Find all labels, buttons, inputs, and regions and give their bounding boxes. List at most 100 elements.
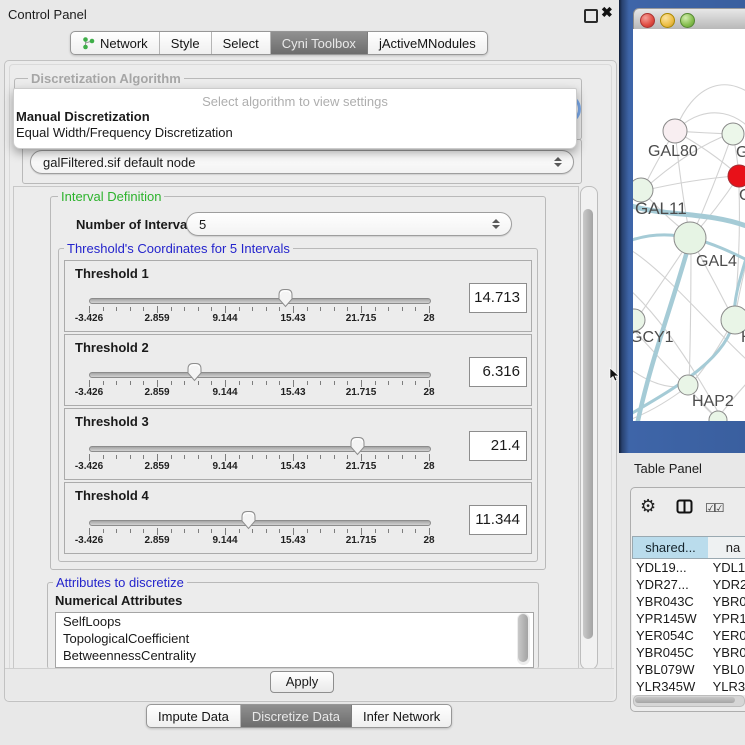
table-row[interactable]: YPR145WYPR1	[632, 610, 745, 627]
cell-name[interactable]: YDL1	[711, 559, 745, 576]
cell-name[interactable]: YBR0	[711, 644, 745, 661]
network-node-hap2[interactable]	[678, 375, 698, 395]
checkbox-pair-icon[interactable]: ☑☑	[705, 501, 723, 515]
slider-track[interactable]	[89, 372, 431, 378]
tick-label: -3.426	[75, 535, 103, 546]
table-row[interactable]: YBL079WYBL0	[632, 661, 745, 678]
minor-tick	[307, 455, 308, 459]
network-node-label: C	[739, 187, 745, 204]
table-horizontal-scrollbar-thumb[interactable]	[635, 697, 735, 703]
tab-label: Select	[223, 36, 259, 51]
network-node-c[interactable]	[728, 165, 745, 187]
tick-label: 2.859	[144, 387, 169, 398]
table-row[interactable]: YDL19...YDL1	[632, 559, 745, 576]
slider-track[interactable]	[89, 520, 431, 526]
threshold-value-field[interactable]: 21.4	[469, 431, 527, 461]
algorithm-option-manual[interactable]: Manual Discretization	[16, 109, 150, 124]
cell-shared-name[interactable]: YPR145W	[632, 610, 711, 627]
cell-shared-name[interactable]: YLR345W	[632, 678, 711, 695]
cell-name[interactable]: YLR3	[711, 678, 745, 695]
minor-tick	[402, 455, 403, 459]
panel-vertical-scrollbar[interactable]	[580, 186, 598, 670]
table-row[interactable]: YBR045CYBR0	[632, 644, 745, 661]
cell-shared-name[interactable]: YBR043C	[632, 593, 711, 610]
network-node-gal4[interactable]	[674, 222, 706, 254]
network-window-titlebar[interactable]	[633, 8, 745, 31]
attribute-item[interactable]: BetweennessCentrality	[56, 647, 533, 664]
network-node-gal80[interactable]	[663, 119, 687, 143]
tab-impute-data[interactable]: Impute Data	[147, 705, 241, 727]
cell-name[interactable]: YBR0	[711, 593, 745, 610]
cell-shared-name[interactable]: YDL19...	[632, 559, 711, 576]
tick-label: 21.715	[346, 461, 377, 472]
minor-tick	[279, 529, 280, 533]
split-columns-icon[interactable]	[676, 499, 693, 514]
float-window-icon[interactable]	[584, 9, 598, 23]
minor-tick	[415, 529, 416, 533]
cell-name[interactable]: YPR1	[711, 610, 745, 627]
close-traffic-light-icon[interactable]	[640, 13, 655, 28]
cell-name[interactable]: YER0	[711, 627, 745, 644]
minimize-traffic-light-icon[interactable]	[660, 13, 675, 28]
table-row[interactable]: YDR27...YDR2	[632, 576, 745, 593]
network-node-label: GAL80	[648, 143, 698, 160]
attributes-scrollbar-thumb[interactable]	[518, 614, 528, 662]
slider-thumb[interactable]	[277, 288, 294, 308]
table-rows[interactable]: YDL19...YDL1YDR27...YDR2YBR043CYBR0YPR14…	[632, 559, 745, 695]
tab-select[interactable]: Select	[212, 32, 271, 54]
major-tick	[429, 306, 430, 313]
network-node-gcy1[interactable]	[633, 309, 645, 331]
cell-name[interactable]: YBL0	[711, 661, 745, 678]
minor-tick	[143, 529, 144, 533]
close-icon[interactable]: ✖	[601, 4, 613, 21]
threshold-panel-2: Threshold 26.316-3.4262.8599.14415.4321.…	[64, 334, 532, 406]
attributes-scrollbar[interactable]	[517, 613, 530, 665]
column-header-shared-name[interactable]: shared...	[632, 536, 709, 559]
table-row[interactable]: YBR043CYBR0	[632, 593, 745, 610]
slider-thumb[interactable]	[186, 362, 203, 382]
tick-label: 21.715	[346, 387, 377, 398]
tab-cyni-toolbox[interactable]: Cyni Toolbox	[271, 32, 368, 54]
tab-label: jActiveMNodules	[379, 36, 476, 51]
cell-shared-name[interactable]: YER054C	[632, 627, 711, 644]
slider-thumb[interactable]	[349, 436, 366, 456]
cell-shared-name[interactable]: YDR27...	[632, 576, 711, 593]
tab-network[interactable]: Network	[71, 32, 160, 54]
network-node-g[interactable]	[722, 123, 744, 145]
table-row[interactable]: YLR345WYLR3	[632, 678, 745, 695]
minor-tick	[388, 307, 389, 311]
numerical-attributes-list[interactable]: SelfLoopsTopologicalCoefficientBetweenne…	[55, 612, 534, 668]
network-node-label: G	[736, 144, 745, 161]
cell-name[interactable]: YDR2	[711, 576, 745, 593]
gear-icon[interactable]: ⚙	[640, 496, 656, 517]
cell-shared-name[interactable]: YBR045C	[632, 644, 711, 661]
threshold-value-field[interactable]: 6.316	[469, 357, 527, 387]
threshold-value-field[interactable]: 14.713	[469, 283, 527, 313]
attribute-item[interactable]: TopologicalCoefficient	[56, 630, 533, 647]
table-row[interactable]: YER054CYER0	[632, 627, 745, 644]
cell-shared-name[interactable]: YBL079W	[632, 661, 711, 678]
slider-thumb[interactable]	[240, 510, 257, 530]
tab-style[interactable]: Style	[160, 32, 212, 54]
interval-definition-label: Interval Definition	[58, 189, 164, 204]
network-canvas[interactable]: GAL80GCGAL11GAL4GCY1HHAP2	[633, 29, 745, 421]
tab-discretize-data[interactable]: Discretize Data	[241, 705, 352, 727]
network-edge	[689, 239, 691, 384]
num-intervals-combobox[interactable]: 5	[186, 212, 512, 236]
table-data-combobox[interactable]: galFiltered.sif default node	[30, 150, 574, 174]
column-header-name[interactable]: na	[708, 536, 745, 559]
table-horizontal-scrollbar[interactable]	[633, 695, 745, 707]
threshold-panel-4: Threshold 411.344-3.4262.8599.14415.4321…	[64, 482, 532, 554]
algorithm-placeholder: Select algorithm to view settings	[14, 94, 576, 109]
minor-tick	[239, 455, 240, 459]
panel-vertical-scrollbar-thumb[interactable]	[583, 209, 593, 639]
tab-infer-network[interactable]: Infer Network	[352, 705, 451, 727]
zoom-traffic-light-icon[interactable]	[680, 13, 695, 28]
algorithm-option-equal-width[interactable]: Equal Width/Frequency Discretization	[16, 125, 233, 140]
slider-track[interactable]	[89, 446, 431, 452]
apply-button[interactable]: Apply	[270, 671, 334, 693]
slider-track[interactable]	[89, 298, 431, 304]
threshold-value-field[interactable]: 11.344	[469, 505, 527, 535]
attribute-item[interactable]: SelfLoops	[56, 613, 533, 630]
tab-jactivemnodules[interactable]: jActiveMNodules	[368, 32, 487, 54]
